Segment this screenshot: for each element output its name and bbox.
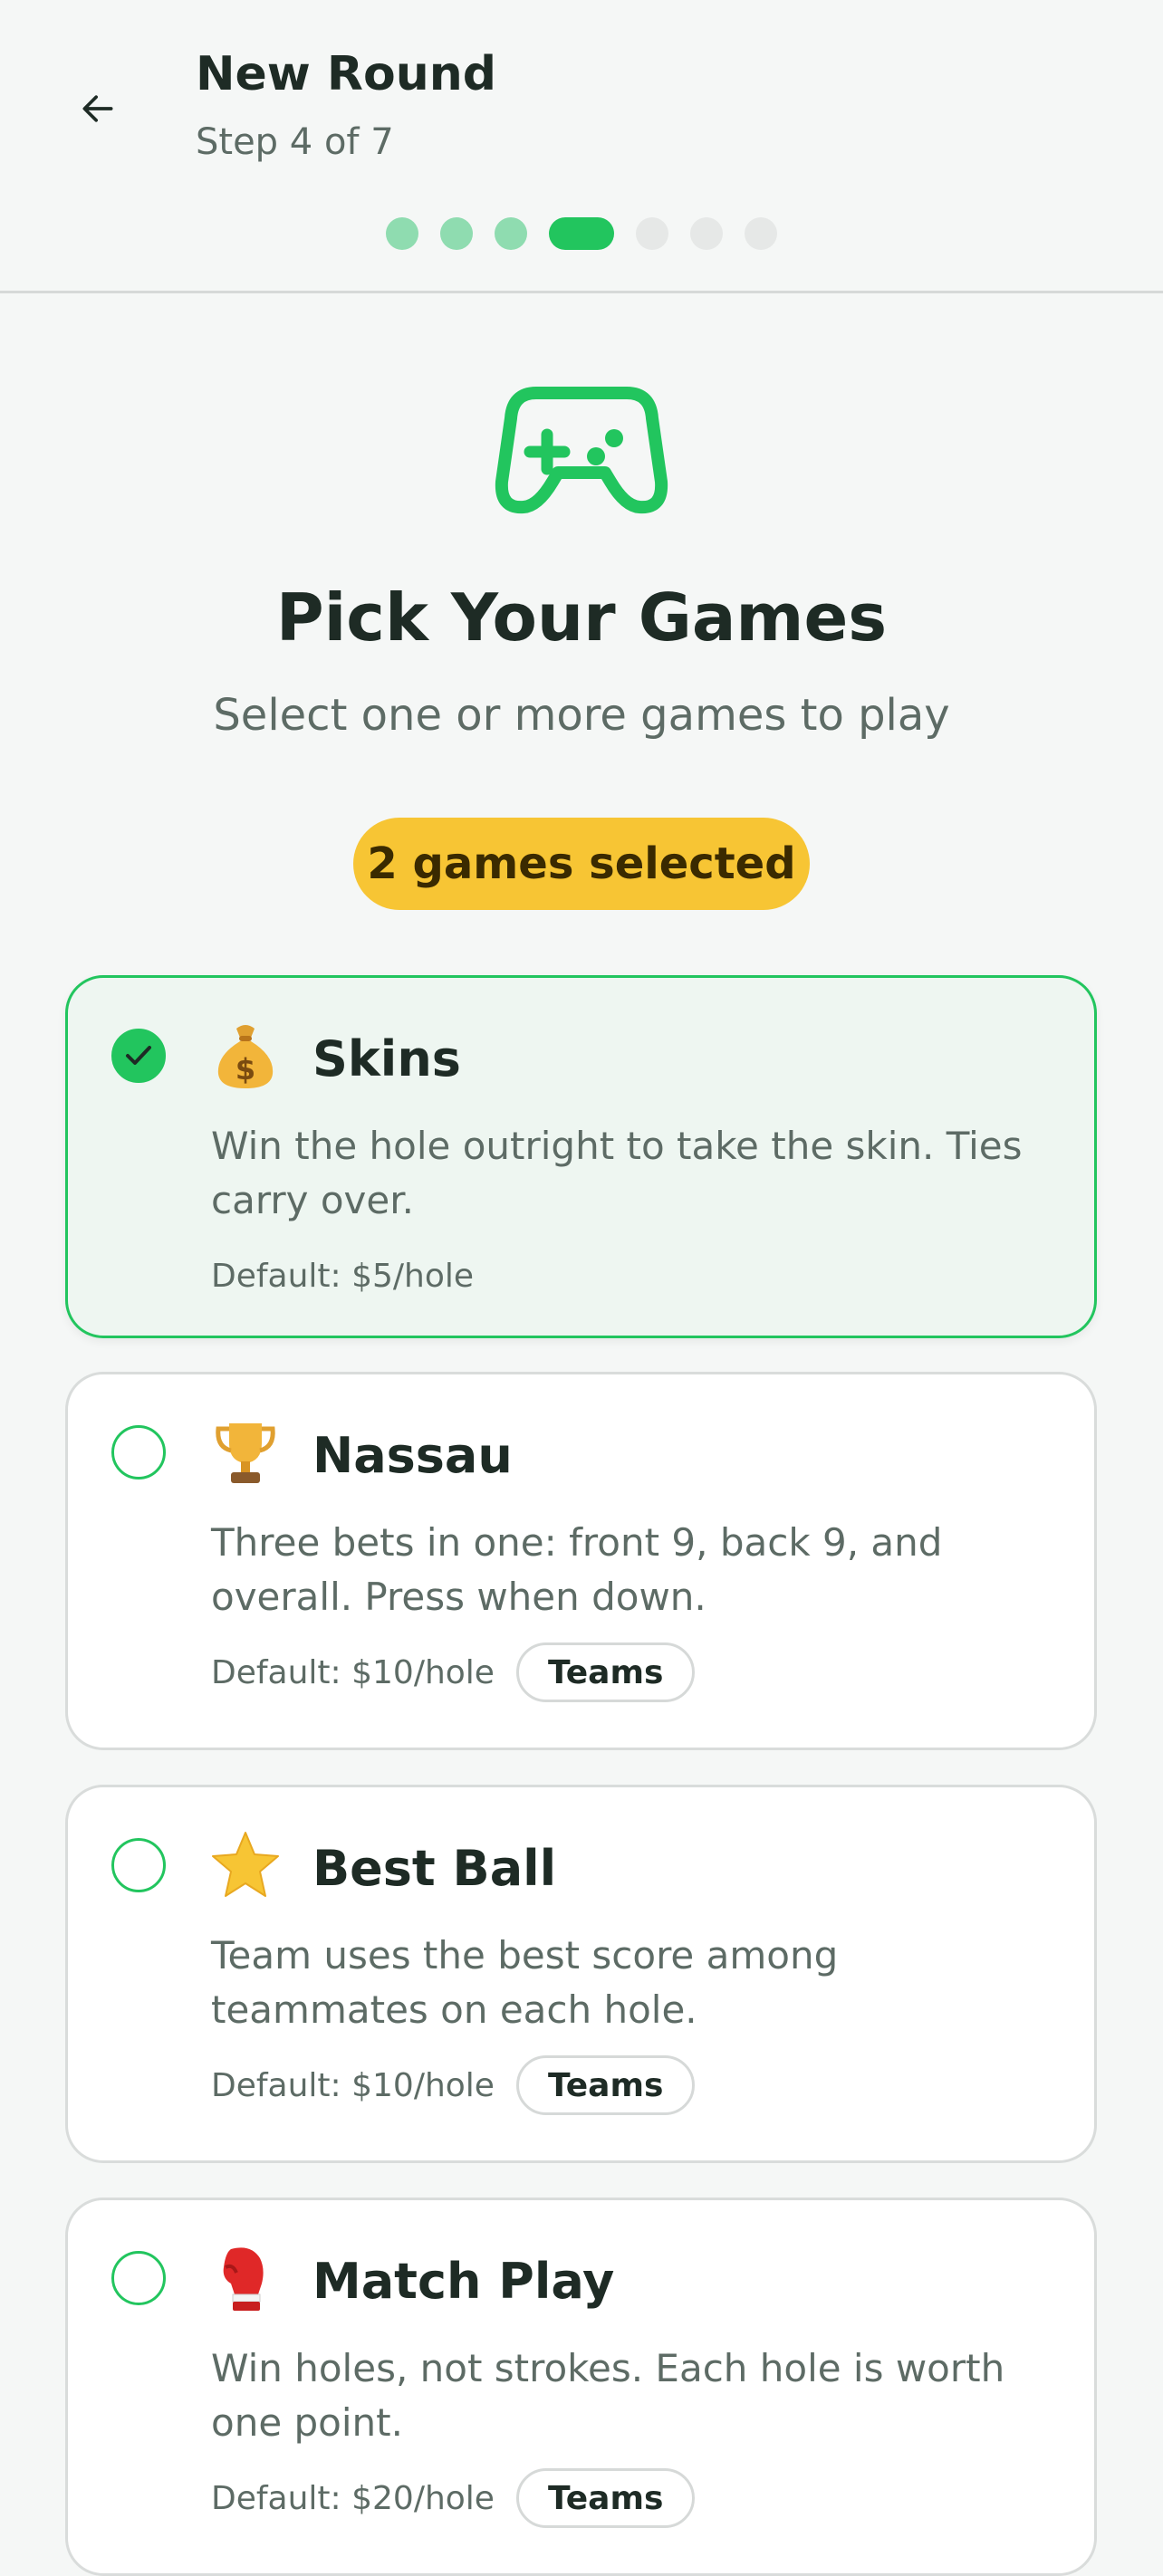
- step-dot-1: [386, 217, 418, 250]
- game-meta: Default: $20/hole Teams: [211, 2468, 696, 2528]
- default-stake: Default: $20/hole: [211, 2479, 495, 2517]
- game-title: Nassau: [312, 1427, 513, 1484]
- teams-tag: Teams: [515, 1642, 696, 1702]
- default-stake: Default: $10/hole: [211, 2066, 495, 2104]
- game-card-skins[interactable]: $ Skins Win the hole outright to take th…: [65, 975, 1097, 1338]
- game-title: Match Play: [312, 2253, 615, 2310]
- teams-tag: Teams: [515, 2055, 696, 2115]
- step-dot-7: [745, 217, 777, 250]
- game-description: Win the hole outright to take the skin. …: [211, 1124, 1023, 1222]
- game-meta: Default: $10/hole Teams: [211, 2055, 696, 2115]
- game-card-nassau[interactable]: Nassau Three bets in one: front 9, back …: [65, 1372, 1097, 1750]
- step-dot-2: [440, 217, 473, 250]
- step-indicator-text: Step 4 of 7: [196, 121, 394, 163]
- game-card-match-play[interactable]: Match Play Win holes, not strokes. Each …: [65, 2198, 1097, 2576]
- game-title: Best Ball: [312, 1840, 557, 1897]
- checkbox-unchecked[interactable]: [111, 1838, 166, 1892]
- default-stake: Default: $5/hole: [211, 1257, 475, 1295]
- step-dot-3: [495, 217, 527, 250]
- gamepad-icon: [495, 387, 668, 514]
- svg-text:$: $: [235, 1052, 255, 1087]
- step-dot-6: [690, 217, 723, 250]
- trophy-icon: [216, 1423, 275, 1483]
- checkmark-icon: [126, 1046, 151, 1065]
- checkbox-unchecked[interactable]: [111, 2251, 166, 2305]
- game-title: Skins: [312, 1030, 461, 1087]
- checkbox-unchecked[interactable]: [111, 1425, 166, 1480]
- money-bag-icon: $: [217, 1025, 274, 1088]
- game-card-best-ball[interactable]: Best Ball Team uses the best score among…: [65, 1785, 1097, 2163]
- game-meta: Default: $10/hole Teams: [211, 1642, 696, 1702]
- boxing-glove-icon: [223, 2247, 264, 2311]
- page-subtitle: Select one or more games to play: [213, 690, 950, 741]
- header: New Round Step 4 of 7: [0, 0, 1163, 293]
- game-description: Three bets in one: front 9, back 9, and …: [211, 1520, 943, 1619]
- checkbox-checked[interactable]: [111, 1029, 166, 1083]
- selected-count-badge: 2 games selected: [353, 818, 810, 910]
- step-progress: [0, 217, 1163, 250]
- game-description: Team uses the best score among teammates…: [211, 1933, 839, 2032]
- default-stake: Default: $10/hole: [211, 1653, 495, 1691]
- step-dot-5: [636, 217, 668, 250]
- header-title: New Round: [196, 47, 496, 101]
- back-button[interactable]: [65, 76, 130, 141]
- game-meta: Default: $5/hole: [211, 1246, 474, 1306]
- arrow-left-icon: [82, 95, 113, 122]
- teams-tag: Teams: [515, 2468, 696, 2528]
- page-title: Pick Your Games: [275, 579, 888, 656]
- game-description: Win holes, not strokes. Each hole is wor…: [211, 2346, 1005, 2445]
- star-icon: [212, 1832, 279, 1897]
- step-dot-4-current: [549, 217, 614, 250]
